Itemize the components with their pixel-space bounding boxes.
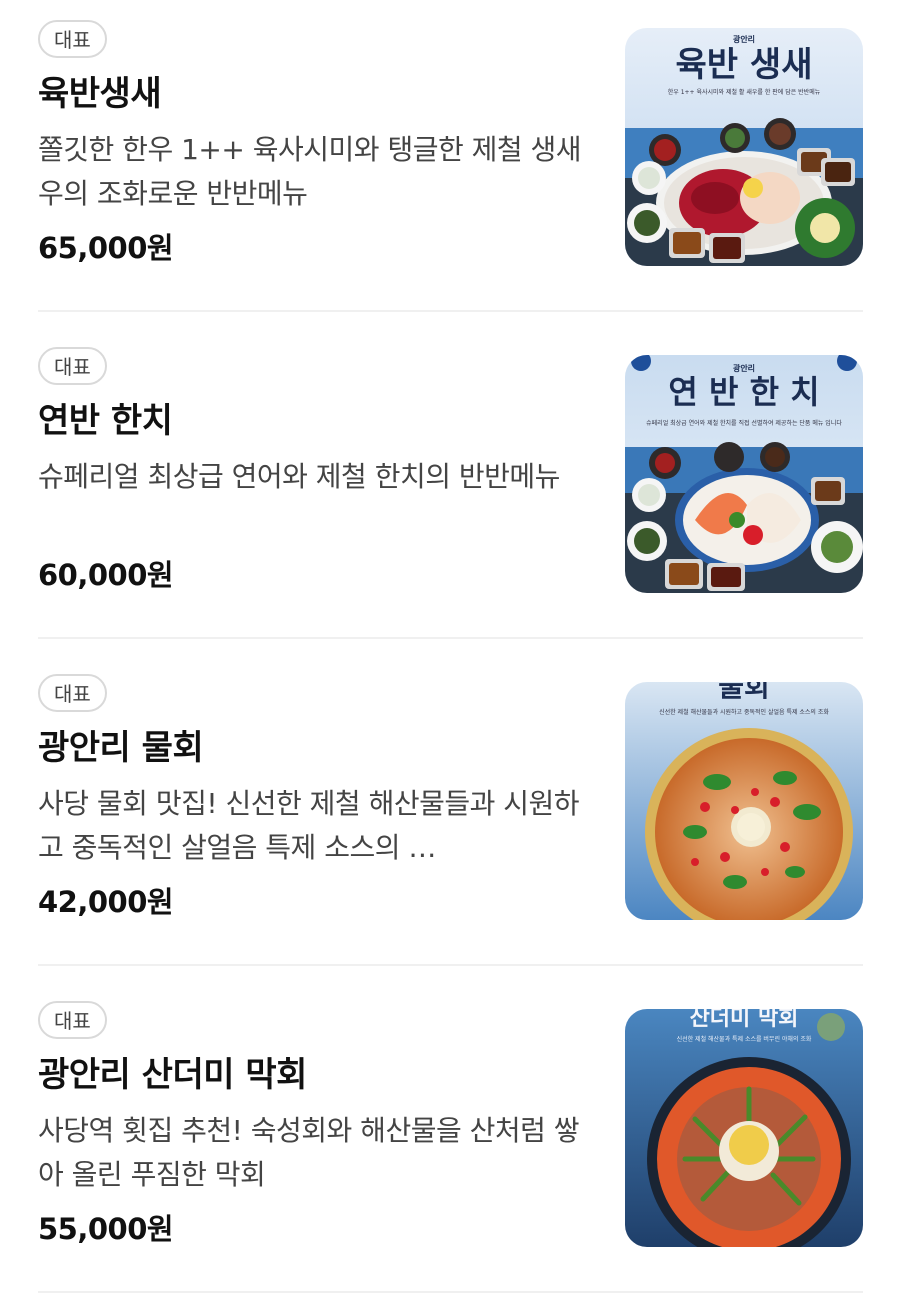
image-title-text: 산더미 막회 <box>690 1009 799 1031</box>
menu-item-name: 연반 한치 <box>38 401 173 441</box>
image-title-text: 물회 <box>718 682 770 703</box>
divider <box>38 964 863 966</box>
food-photo-image: 광안리 육반 생새 한우 1++ 육사시미와 제철 활 새우를 한 판에 담은 … <box>625 28 863 266</box>
menu-item-description: 사당역 횟집 추천! 숙성회와 해산물을 산처럼 쌓아 올린 푸짐한 막회 <box>38 1114 580 1191</box>
image-title-text: 육반 생새 <box>676 45 813 85</box>
image-caption-text: 슈페리얼 최상급 연어와 제철 한치를 직접 선별하여 제공하는 단품 메뉴 입… <box>646 419 842 427</box>
menu-item-image[interactable]: 광안리 연 반 한 치 슈페리얼 최상급 연어와 제철 한치를 직접 선별하여 … <box>625 355 863 593</box>
food-photo-image: 산더미 막회 신선한 제철 해산물과 특제 소스를 버무린 야채의 조화 <box>625 1009 863 1247</box>
menu-item-price: 55,000원 <box>38 1212 174 1246</box>
image-caption-text: 한우 1++ 육사시미와 제철 활 새우를 한 판에 담은 반반메뉴 <box>668 88 821 96</box>
menu-item-price: 42,000원 <box>38 885 174 919</box>
menu-item-price: 65,000원 <box>38 231 174 265</box>
image-caption-text: 신선한 제철 해산물들과 시원하고 중독적인 살얼음 특제 소스의 조화 <box>659 708 829 716</box>
signature-badge: 대표 <box>38 674 107 712</box>
divider <box>38 1291 863 1293</box>
signature-badge: 대표 <box>38 347 107 385</box>
menu-item[interactable]: 대표 육반생새 쫄깃한 한우 1++ 육사시미와 탱글한 제철 생새우의 조화로… <box>0 0 900 327</box>
image-brand-text: 광안리 <box>733 34 755 44</box>
menu-item-name: 광안리 산더미 막회 <box>38 1055 307 1095</box>
menu-item-description: 쫄깃한 한우 1++ 육사시미와 탱글한 제철 생새우의 조화로운 반반메뉴 <box>38 133 582 210</box>
divider <box>38 637 863 639</box>
menu-item-image[interactable]: 광안리 육반 생새 한우 1++ 육사시미와 제철 활 새우를 한 판에 담은 … <box>625 28 863 266</box>
menu-item[interactable]: 대표 광안리 산더미 막회 사당역 횟집 추천! 숙성회와 해산물을 산처럼 쌓… <box>0 981 900 1308</box>
food-photo-image: 광안리 연 반 한 치 슈페리얼 최상급 연어와 제철 한치를 직접 선별하여 … <box>625 355 863 593</box>
menu-item[interactable]: 대표 광안리 물회 사당 물회 맛집! 신선한 제철 해산물들과 시원하고 중독… <box>0 654 900 981</box>
menu-item-description: 사당 물회 맛집! 신선한 제철 해산물들과 시원하고 중독적인 살얼음 특제 … <box>38 787 580 864</box>
menu-item-name: 광안리 물회 <box>38 728 204 768</box>
image-caption-text: 신선한 제철 해산물과 특제 소스를 버무린 야채의 조화 <box>677 1035 812 1043</box>
menu-item-price: 60,000원 <box>38 558 174 592</box>
signature-badge: 대표 <box>38 1001 107 1039</box>
menu-item-image[interactable]: 물회 신선한 제철 해산물들과 시원하고 중독적인 살얼음 특제 소스의 조화 <box>625 682 863 920</box>
food-photo-image: 물회 신선한 제철 해산물들과 시원하고 중독적인 살얼음 특제 소스의 조화 <box>625 682 863 920</box>
signature-badge: 대표 <box>38 20 107 58</box>
menu-item-image[interactable]: 산더미 막회 신선한 제철 해산물과 특제 소스를 버무린 야채의 조화 <box>625 1009 863 1247</box>
menu-item[interactable]: 대표 연반 한치 슈페리얼 최상급 연어와 제철 한치의 반반메뉴 60,000… <box>0 327 900 654</box>
image-title-text: 연 반 한 치 <box>668 373 819 411</box>
menu-item-description: 슈페리얼 최상급 연어와 제철 한치의 반반메뉴 <box>38 460 560 493</box>
menu-item-name: 육반생새 <box>38 74 162 114</box>
image-brand-text: 광안리 <box>733 363 755 373</box>
divider <box>38 310 863 312</box>
